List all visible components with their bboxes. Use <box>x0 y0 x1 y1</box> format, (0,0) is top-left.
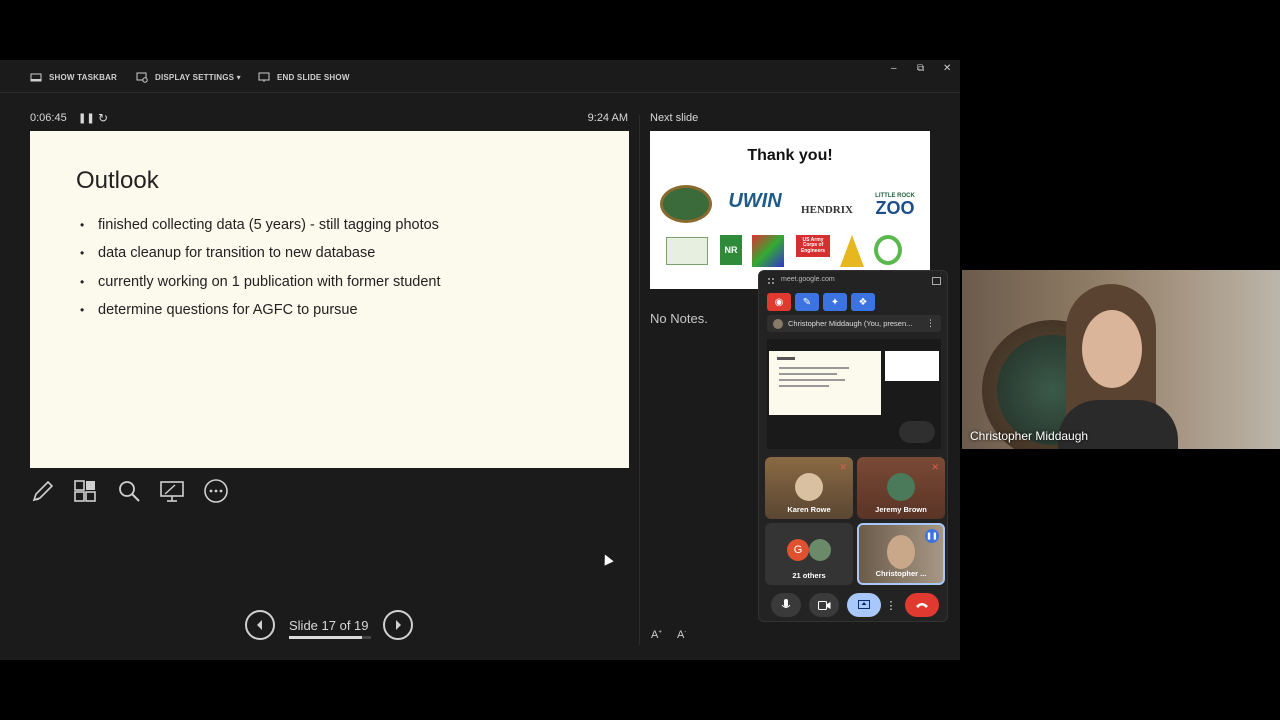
person-face <box>1082 310 1142 388</box>
prr-logo <box>752 235 784 267</box>
webcam-name-label: Christopher Middaugh <box>970 429 1089 443</box>
camera-button[interactable] <box>809 593 839 617</box>
end-show-icon <box>258 72 270 82</box>
slide-bullet: data cleanup for transition to new datab… <box>80 243 441 271</box>
pointer-screen-icon[interactable] <box>159 478 187 504</box>
slides-grid-icon[interactable] <box>72 478 100 504</box>
next-slide-label: Next slide <box>650 112 699 124</box>
clock: 9:24 AM <box>587 112 628 124</box>
more-options-icon[interactable]: ⋮ <box>926 318 935 329</box>
camera-icon <box>817 600 830 610</box>
mini-current-slide <box>769 351 881 415</box>
speaking-icon: ❚❚ <box>925 529 939 543</box>
zoo-logo: ZOO <box>875 197 915 218</box>
webcam-view: Christopher Middaugh <box>962 270 1280 449</box>
self-avatar <box>887 535 915 569</box>
participant-avatar <box>887 473 915 501</box>
presenting-bar[interactable]: Christopher Middaugh (You, presen... ⋮ <box>767 315 941 332</box>
participant-tile[interactable]: ✕ Jeremy Brown <box>857 457 945 519</box>
meet-url: meet.google.com <box>781 276 835 283</box>
participant-name: Jeremy Brown <box>875 505 927 514</box>
next-arrow-icon <box>396 620 401 630</box>
self-tile[interactable]: ❚❚ Christopher ... <box>857 523 945 585</box>
end-call-button[interactable] <box>905 593 939 617</box>
meet-popup-window[interactable]: meet.google.com ◉ ✎ ✦ ❖ Christopher Midd… <box>758 270 948 622</box>
uwin-logo: UWIN <box>728 189 782 212</box>
parks-logo <box>666 237 708 265</box>
others-initial-avatar: G <box>787 539 809 561</box>
end-slide-show-button[interactable]: END SLIDE SHOW <box>258 71 350 83</box>
slide-title: Outlook <box>76 167 159 194</box>
record-icon[interactable]: ◉ <box>767 293 791 311</box>
show-taskbar-button[interactable]: SHOW TASKBAR <box>30 71 117 83</box>
hang-up-icon <box>916 603 928 608</box>
pause-icon[interactable]: ❚❚ <box>78 113 95 124</box>
minimize-button[interactable]: – <box>891 63 897 74</box>
muted-icon: ✕ <box>839 462 847 472</box>
speaker-notes: No Notes. <box>650 311 708 326</box>
previous-slide-button[interactable] <box>245 610 275 640</box>
display-settings-label: DISPLAY SETTINGS ▾ <box>155 72 241 82</box>
slide-bullet: currently working on 1 publication with … <box>80 272 441 300</box>
close-button[interactable]: ✕ <box>943 63 951 74</box>
toolbar-divider <box>0 92 960 93</box>
microphone-icon <box>781 599 791 608</box>
end-slide-show-label: END SLIDE SHOW <box>277 72 350 82</box>
previous-arrow-icon <box>257 620 262 630</box>
show-taskbar-label: SHOW TASKBAR <box>49 72 118 82</box>
others-tile[interactable]: G 21 others <box>765 523 853 585</box>
slide-counter[interactable]: Slide 17 of 19 <box>289 618 369 633</box>
restore-button[interactable]: ⧉ <box>917 63 924 74</box>
effects-icon[interactable]: ✦ <box>823 293 847 311</box>
next-slide-title: Thank you! <box>747 147 833 164</box>
slide-bullets: finished collecting data (5 years) - sti… <box>80 215 441 328</box>
present-button[interactable] <box>847 593 881 617</box>
next-slide-button[interactable] <box>383 610 413 640</box>
presenting-text: Christopher Middaugh (You, presen... <box>788 319 913 328</box>
pane-divider <box>639 115 640 645</box>
shared-screen-preview <box>767 339 941 449</box>
slide-progress-bar <box>289 636 371 639</box>
increase-font-button[interactable]: A+ <box>651 629 662 641</box>
drag-handle-icon[interactable] <box>767 277 775 285</box>
taskbar-icon <box>30 73 42 82</box>
pulaski-logo <box>874 235 902 265</box>
display-settings-button[interactable]: DISPLAY SETTINGS ▾ <box>136 71 241 83</box>
mini-annotate-control <box>899 421 935 443</box>
annotate-icon[interactable]: ✎ <box>795 293 819 311</box>
others-photo-avatar <box>809 539 831 561</box>
reset-timer-icon[interactable]: ↻ <box>98 111 108 125</box>
elapsed-timer: 0:06:45 <box>30 112 67 124</box>
army-corps-logo: US Army Corps of Engineers <box>796 235 830 257</box>
more-controls-icon[interactable]: ⋮ <box>885 593 897 617</box>
more-icon[interactable] <box>203 478 231 504</box>
muted-icon: ✕ <box>931 462 939 472</box>
slide-progress-fill <box>289 636 363 639</box>
current-slide: Outlook finished collecting data (5 year… <box>30 131 629 468</box>
screen: SHOW TASKBAR DISPLAY SETTINGS ▾ END SLID… <box>0 0 1280 720</box>
forestry-logo <box>840 235 864 267</box>
mouse-cursor <box>600 552 614 566</box>
nr-logo: NR <box>720 235 742 265</box>
mini-next-slide <box>885 351 939 381</box>
next-slide-preview[interactable]: Thank you! UWIN HENDRIX LITTLE ROCK ZOO … <box>650 131 930 289</box>
self-name: Christopher ... <box>875 569 927 578</box>
participant-avatar <box>795 473 823 501</box>
pen-icon[interactable] <box>30 478 58 504</box>
slide-bullet: finished collecting data (5 years) - sti… <box>80 215 441 243</box>
present-icon <box>858 600 870 609</box>
decrease-font-button[interactable]: A- <box>677 629 686 641</box>
activities-icon[interactable]: ❖ <box>851 293 875 311</box>
zoom-icon[interactable] <box>116 478 144 504</box>
microphone-button[interactable] <box>771 593 801 617</box>
display-settings-icon <box>136 72 148 83</box>
hendrix-logo: HENDRIX <box>801 204 853 216</box>
agfc-logo <box>660 185 712 223</box>
slide-bullet: determine questions for AGFC to pursue <box>80 300 441 328</box>
participant-name: Karen Rowe <box>787 505 831 514</box>
presenter-avatar <box>773 318 783 329</box>
others-count: 21 others <box>792 571 826 580</box>
participant-tile[interactable]: ✕ Karen Rowe <box>765 457 853 519</box>
return-to-tab-icon[interactable] <box>932 277 941 285</box>
